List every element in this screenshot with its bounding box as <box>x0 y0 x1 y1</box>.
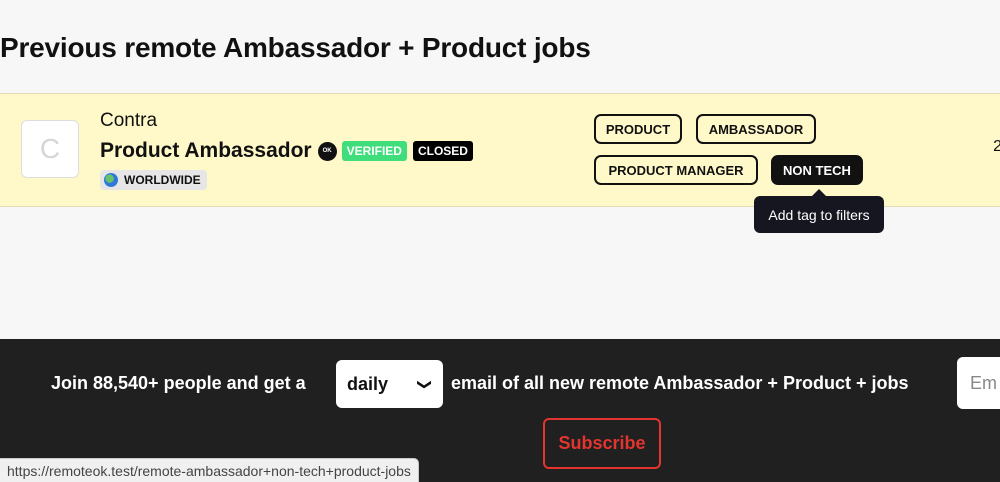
job-row[interactable]: C Contra Product Ambassador OK VERIFIED … <box>0 93 1000 207</box>
globe-icon <box>104 173 118 187</box>
frequency-selected-value: daily <box>347 373 389 394</box>
verified-badge: VERIFIED <box>341 141 407 161</box>
company-logo: C <box>21 120 79 178</box>
company-name[interactable]: Contra <box>100 110 157 132</box>
location-label: WORLDWIDE <box>124 173 201 187</box>
newsletter-text-end: email of all new remote Ambassador + Pro… <box>451 373 909 393</box>
add-tag-tooltip: Add tag to filters <box>754 189 884 233</box>
job-title[interactable]: Product Ambassador <box>100 139 312 163</box>
chevron-down-icon: ❯ <box>417 378 434 390</box>
job-title-line: Product Ambassador OK VERIFIED CLOSED <box>100 139 473 163</box>
tag-product[interactable]: PRODUCT <box>594 114 682 144</box>
tag-ambassador[interactable]: AMBASSADOR <box>696 114 816 144</box>
email-input[interactable]: Em <box>957 357 1000 409</box>
tag-non-tech[interactable]: NON TECH <box>771 155 863 185</box>
tag-product-manager[interactable]: PRODUCT MANAGER <box>594 155 758 185</box>
newsletter-text-start: Join 88,540+ people and get a <box>51 373 306 393</box>
subscribe-button[interactable]: Subscribe <box>543 418 661 469</box>
closed-badge: CLOSED <box>412 141 473 161</box>
row-edge-text: 2 <box>993 138 1000 155</box>
location-tag[interactable]: WORLDWIDE <box>100 170 207 190</box>
section-title: Previous remote Ambassador + Product job… <box>0 32 591 63</box>
ok-verified-icon: OK <box>317 141 337 161</box>
status-bar-link-preview: https://remoteok.test/remote-ambassador+… <box>0 458 419 482</box>
frequency-select[interactable]: daily ❯ <box>336 360 443 408</box>
